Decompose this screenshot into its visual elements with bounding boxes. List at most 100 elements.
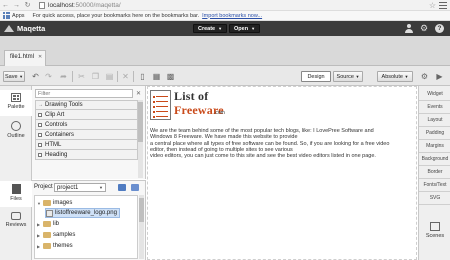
bookmarks-bar: Apps For quick access, place your bookma… [0,11,450,21]
palette-item-controls[interactable]: Controls [35,120,138,130]
listoffreeware-logo-image[interactable]: List of Freeware .com [150,89,232,123]
url-field[interactable]: localhost:50000/maqetta/ [48,2,121,9]
prop-padding[interactable]: Padding [419,127,450,140]
logo-text-suffix: .com [214,110,225,116]
undo-icon[interactable]: ↶ [30,71,41,82]
maqetta-logo-icon [4,24,15,33]
expand-box-icon [38,122,42,127]
palette-item-clip-art[interactable]: Clip Art [35,110,138,120]
tree-folder-samples[interactable]: ▶ samples [37,230,75,240]
expand-box-icon [38,152,42,157]
table-icon[interactable]: ▦ [151,71,162,82]
browser-menu-icon[interactable] [439,1,447,10]
settings-icon[interactable]: ⚙ [419,71,430,82]
save-button[interactable]: Save ▼ [3,71,25,82]
back-arrow-icon[interactable]: ← [0,0,11,11]
new-folder-icon[interactable] [118,184,126,191]
rail-outline-label: Outline [7,133,25,139]
help-icon[interactable]: ? [435,24,444,33]
prop-svg[interactable]: SVG [419,192,450,205]
source-view-button[interactable]: Source ▼ [333,71,363,82]
positioning-mode-select[interactable]: Absolute ▼ [377,71,413,82]
palette-item-html[interactable]: HTML [35,140,138,150]
chevron-down-icon: ▼ [355,74,360,79]
design-label: Design [307,73,325,80]
create-menu-button[interactable]: Create ▼ [193,24,228,33]
project-select[interactable]: project1 ▼ [54,183,106,192]
prop-border[interactable]: Border [419,166,450,179]
files-icon [11,184,21,194]
design-canvas[interactable]: List of Freeware .com We are the team be… [147,86,417,260]
properties-rail: Widget Events Layout Padding Margins Bac… [418,86,450,260]
rail-files[interactable]: Files [0,181,32,207]
paste-icon[interactable]: ▤ [104,71,115,82]
url-path: :50000/maqetta/ [73,1,121,9]
palette-item-label: HTML [45,141,62,148]
palette-scrollbar[interactable] [138,100,143,178]
grid-icon[interactable]: ▩ [165,71,176,82]
file-tree-scrollbar[interactable] [139,195,144,259]
absolute-label: Absolute [381,73,403,80]
chevron-down-icon: ▼ [19,74,24,79]
apps-label[interactable]: Apps [12,13,25,19]
rail-palette[interactable]: Palette [0,90,32,116]
create-label: Create [198,25,216,32]
palette-item-containers[interactable]: Containers [35,130,138,140]
palette-item-label: Clip Art [45,111,65,118]
apps-icon[interactable] [3,12,10,19]
design-view-button[interactable]: Design [301,71,331,82]
tree-label: images [53,200,73,206]
project-label: Project [34,184,53,190]
rail-reviews-label: Reviews [5,222,27,228]
scenes-icon [430,222,440,231]
palette-item-drawing-tools[interactable]: → Drawing Tools [35,100,138,110]
tree-label: themes [53,243,73,249]
arrow-icon: → [38,102,43,108]
tree-folder-themes[interactable]: ▶ themes [37,241,73,251]
tree-folder-images[interactable]: ▼ images [37,198,72,208]
prop-fonts-text[interactable]: Fonts/Text [419,179,450,192]
copy-icon[interactable]: ❐ [90,71,101,82]
cut-icon[interactable]: ✂ [76,71,87,82]
upload-icon[interactable] [131,184,139,191]
reload-icon[interactable]: ↻ [22,0,33,11]
close-icon[interactable]: ✕ [38,54,42,60]
palette-panel: ✕ →Drawing Tools Clip Art Controls Conta… [32,86,146,179]
prop-events[interactable]: Events [419,101,450,114]
palette-item-label: Containers [45,131,75,138]
prop-widget[interactable]: Widget [419,88,450,101]
palette-item-label: Controls [45,121,68,128]
clear-filter-icon[interactable]: ✕ [136,90,141,97]
gear-icon[interactable]: ⚙ [420,24,428,33]
prop-layout[interactable]: Layout [419,114,450,127]
redo-icon[interactable]: ↷ [43,71,54,82]
user-icon[interactable] [405,24,413,33]
forward-arrow-icon[interactable]: → [11,0,22,11]
chevron-down-icon: ▼ [404,74,409,79]
tree-label: samples [53,232,76,238]
palette-item-heading[interactable]: Heading [35,150,138,160]
reviews-icon [11,212,21,220]
chevron-down-icon: ▼ [218,26,223,31]
tab-file1[interactable]: file1.html ✕ [4,50,46,66]
scenes-button[interactable]: Scenes [419,222,450,239]
palette-filter-input[interactable] [35,89,133,98]
column-icon[interactable]: ▯ [137,71,148,82]
bookmarks-hint: For quick access, place your bookmarks h… [32,12,200,19]
rail-palette-label: Palette [7,104,25,110]
tree-folder-lib[interactable]: ▶ lib [37,219,59,229]
bookmark-star-icon[interactable]: ☆ [429,0,436,11]
rail-outline[interactable]: Outline [0,119,32,143]
preview-icon[interactable]: ▶ [434,71,445,82]
prop-margins[interactable]: Margins [419,140,450,153]
import-bookmarks-link[interactable]: Import bookmarks now... [202,13,262,19]
left-tool-rail: Palette Outline Files Reviews [0,86,32,260]
redo-alt-icon[interactable]: ➦ [58,71,69,82]
open-menu-button[interactable]: Open ▼ [229,24,261,33]
rail-reviews[interactable]: Reviews [0,209,32,233]
delete-icon[interactable]: ✕ [120,71,131,82]
prop-background[interactable]: Background [419,153,450,166]
tree-file-logo[interactable]: listoffreeware_logo.png [45,208,120,218]
canvas-paragraph[interactable]: We are the team behind some of the most … [150,128,416,159]
palette-list: → Drawing Tools Clip Art Controls Contain… [35,100,138,160]
